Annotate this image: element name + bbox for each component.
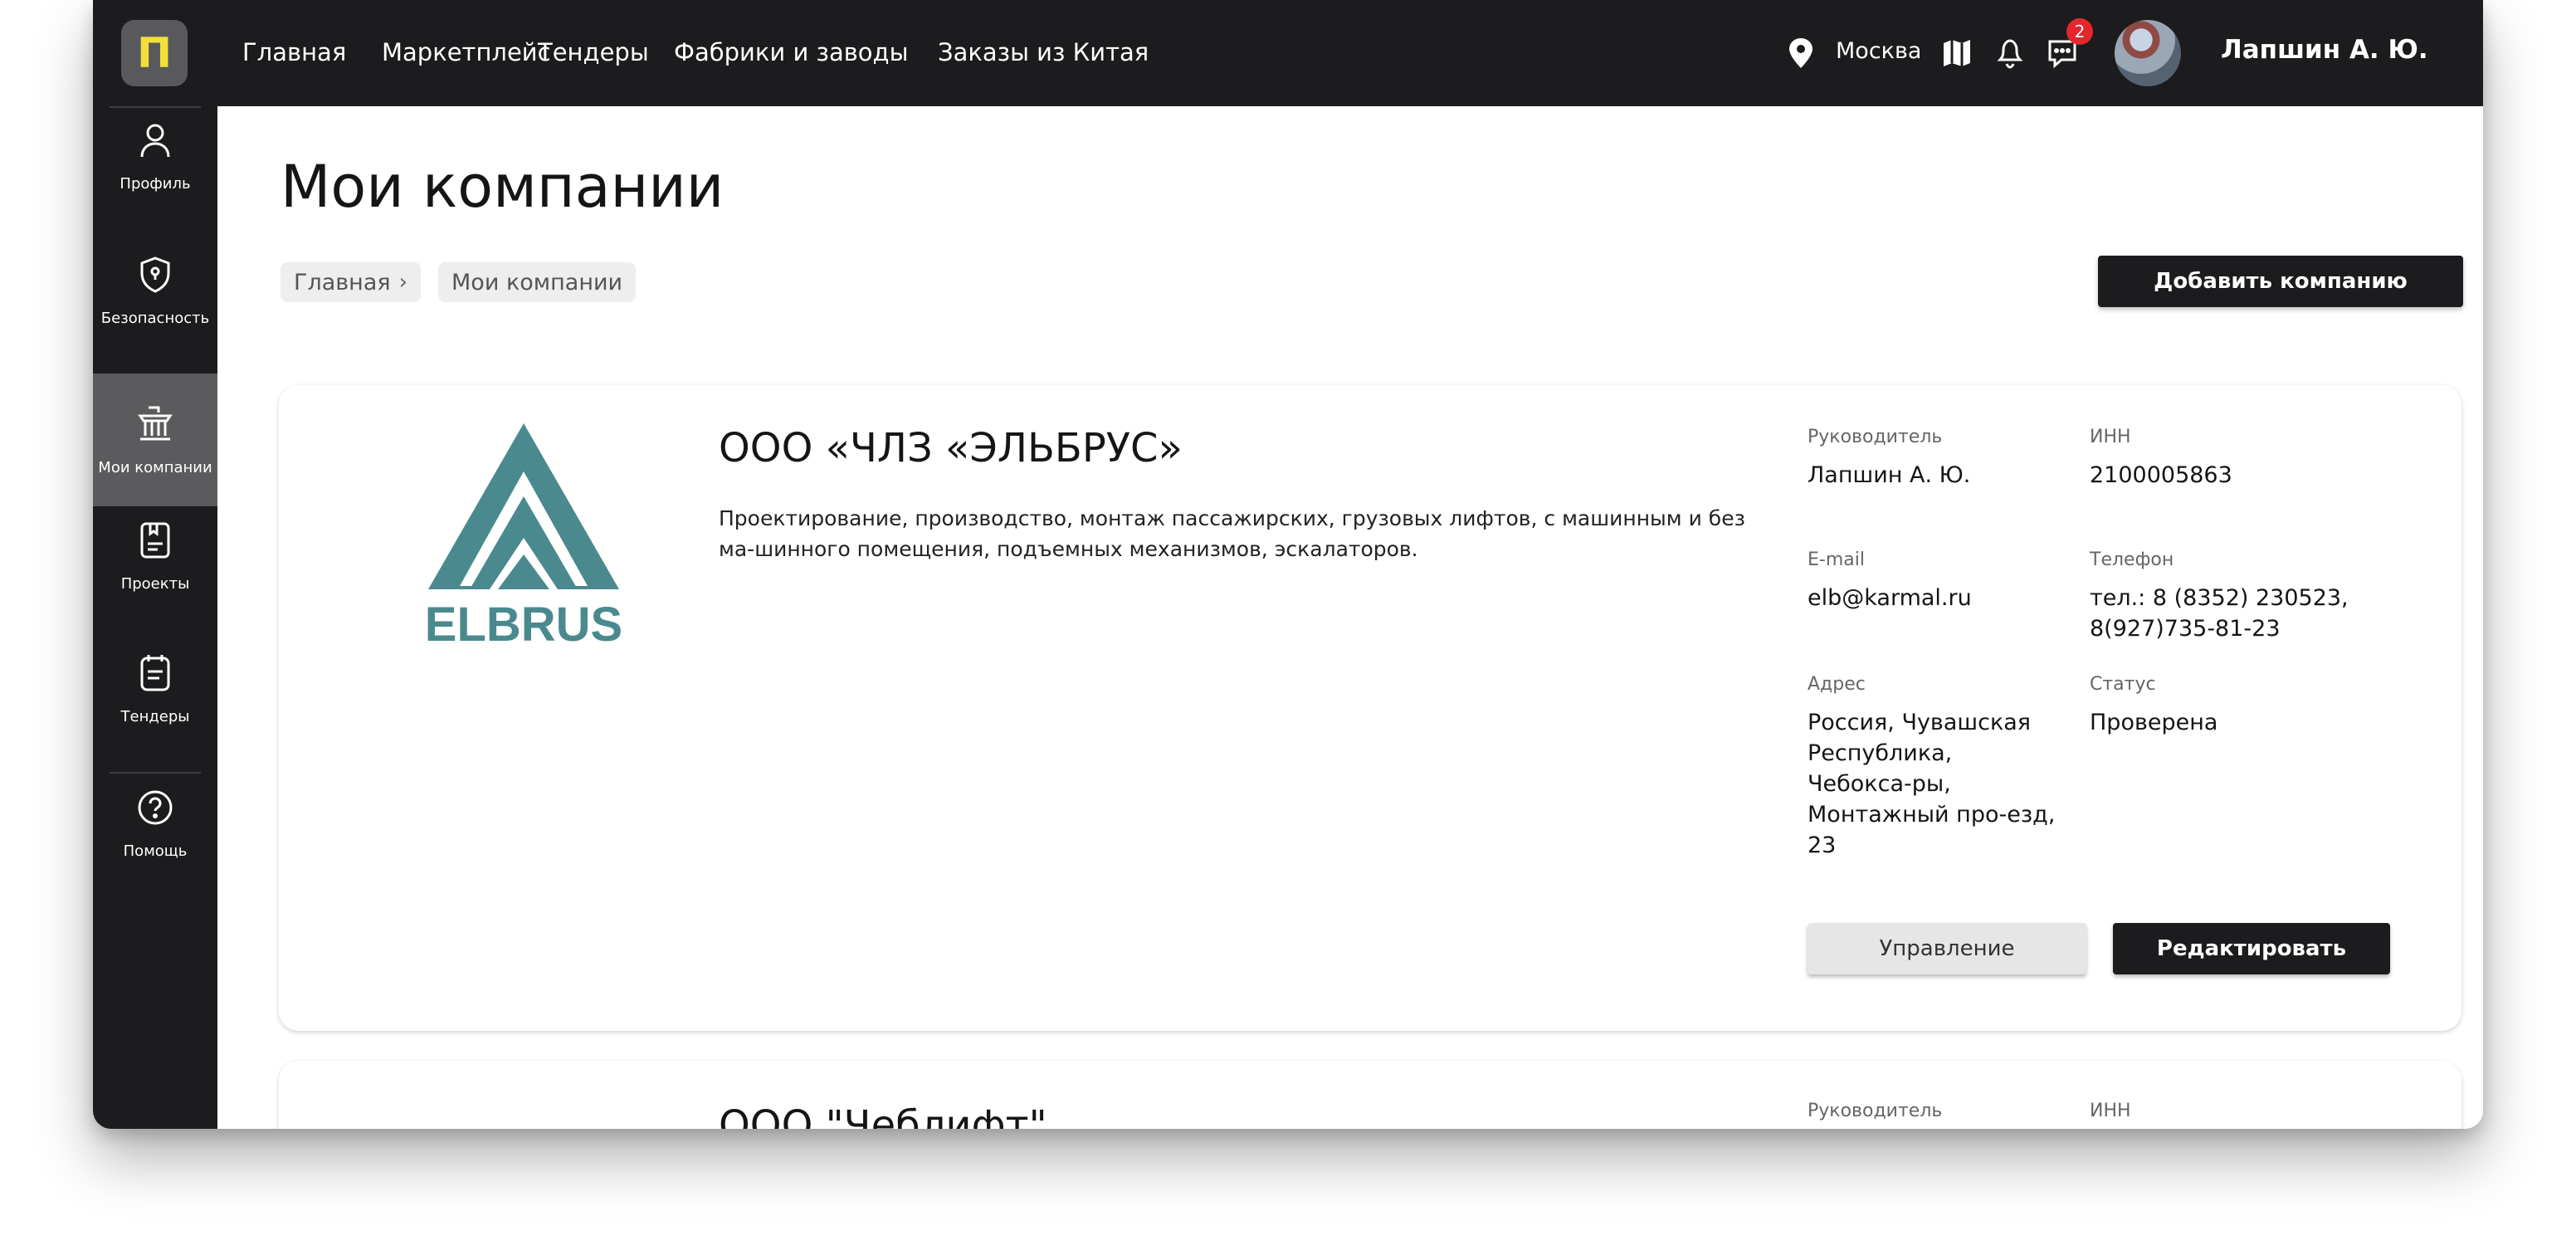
breadcrumb-label: Главная xyxy=(294,269,391,295)
shield-icon xyxy=(140,256,170,293)
company-card: ООО "Чеблифт" Руководитель ИНН xyxy=(279,1061,2461,1129)
company-card: ELBRUS ООО «ЧЛЗ «ЭЛЬБРУС» Проектирование… xyxy=(279,385,2461,1031)
breadcrumb-label: Мои компании xyxy=(451,269,623,295)
nav-marketplace[interactable]: Маркетплейс xyxy=(382,38,551,66)
sidebar-item-label: Тендеры xyxy=(120,707,190,725)
manage-button[interactable]: Управление xyxy=(1808,923,2086,974)
sidebar-item-label: Безопасность xyxy=(100,309,210,327)
nav-china-orders[interactable]: Заказы из Китая xyxy=(938,38,1149,66)
sidebar-item-security[interactable]: Безопасность xyxy=(93,224,217,357)
sidebar-item-tenders[interactable]: Тендеры xyxy=(93,623,217,755)
messages-count-badge: 2 xyxy=(2066,18,2093,45)
page-title: Мои компании xyxy=(281,153,724,221)
address-label: Адрес xyxy=(1808,674,1866,695)
app-logo[interactable]: П xyxy=(121,20,188,86)
city-selector[interactable]: Москва xyxy=(1836,38,1921,64)
edit-button[interactable]: Редактировать xyxy=(2113,923,2390,974)
manager-label: Руководитель xyxy=(1808,1101,1943,1121)
logo-text: ELBRUS xyxy=(425,598,622,644)
breadcrumb-current: Мои компании xyxy=(438,262,637,302)
main-content: Мои компании Главная › Мои компании Доба… xyxy=(217,106,2483,1129)
sidebar-item-profile[interactable]: Профиль xyxy=(93,90,217,222)
company-name[interactable]: ООО «ЧЛЗ «ЭЛЬБРУС» xyxy=(719,425,1183,471)
bell-icon[interactable] xyxy=(1993,33,2027,70)
user-name[interactable]: Лапшин А. Ю. xyxy=(2221,35,2428,65)
phone-label: Телефон xyxy=(2090,549,2174,570)
chevron-right-icon: › xyxy=(398,270,408,295)
user-icon xyxy=(140,124,170,157)
nav-home[interactable]: Главная xyxy=(242,38,346,66)
sidebar-item-label: Мои компании xyxy=(98,458,212,476)
projects-icon xyxy=(140,522,170,558)
manager-value: Лапшин А. Ю. xyxy=(1808,462,1971,488)
inn-label: ИНН xyxy=(2090,1101,2131,1121)
sidebar-item-label: Проекты xyxy=(120,574,190,593)
breadcrumb-home[interactable]: Главная › xyxy=(281,262,422,302)
tenders-icon xyxy=(140,654,170,691)
inn-label: ИНН xyxy=(2090,427,2131,447)
nav-factories[interactable]: Фабрики и заводы xyxy=(674,38,909,66)
sidebar-item-label: Помощь xyxy=(123,842,188,860)
building-icon xyxy=(138,406,173,440)
inn-value: 2100005863 xyxy=(2090,462,2232,488)
status-label: Статус xyxy=(2090,674,2156,695)
top-navigation-bar: Главная Маркетплейс Тендеры Фабрики и за… xyxy=(217,0,2483,106)
sidebar-item-help[interactable]: Помощь xyxy=(93,757,217,890)
phone-value: тел.: 8 (8352) 230523, 8(927)735-81-23 xyxy=(2090,585,2349,642)
app-window: П Профиль Безопасность Мои компании Прое… xyxy=(93,0,2483,1129)
sidebar-item-label: Профиль xyxy=(120,174,191,193)
address-value: Россия, Чувашская Республика, Чебокса-ры… xyxy=(1808,710,2056,858)
add-company-button[interactable]: Добавить компанию xyxy=(2098,256,2463,307)
elbrus-logo: ELBRUS xyxy=(425,423,622,644)
sidebar-item-my-companies[interactable]: Мои компании xyxy=(93,374,217,506)
nav-tenders[interactable]: Тендеры xyxy=(538,38,649,66)
sidebar-item-projects[interactable]: Проекты xyxy=(93,490,217,623)
sidebar: П Профиль Безопасность Мои компании Прое… xyxy=(93,0,217,1129)
status-value: Проверена xyxy=(2090,710,2218,735)
email-value: elb@karmal.ru xyxy=(1808,585,1972,611)
company-description: Проектирование, производство, монтаж пас… xyxy=(719,506,1745,561)
location-pin-icon[interactable] xyxy=(1786,37,1816,70)
company-name[interactable]: ООО "Чеблифт" xyxy=(719,1102,1047,1129)
map-icon[interactable] xyxy=(1940,37,1973,70)
avatar[interactable] xyxy=(2115,20,2181,86)
manager-label: Руководитель xyxy=(1808,427,1943,447)
help-icon xyxy=(138,790,173,824)
email-label: E-mail xyxy=(1808,549,1865,570)
